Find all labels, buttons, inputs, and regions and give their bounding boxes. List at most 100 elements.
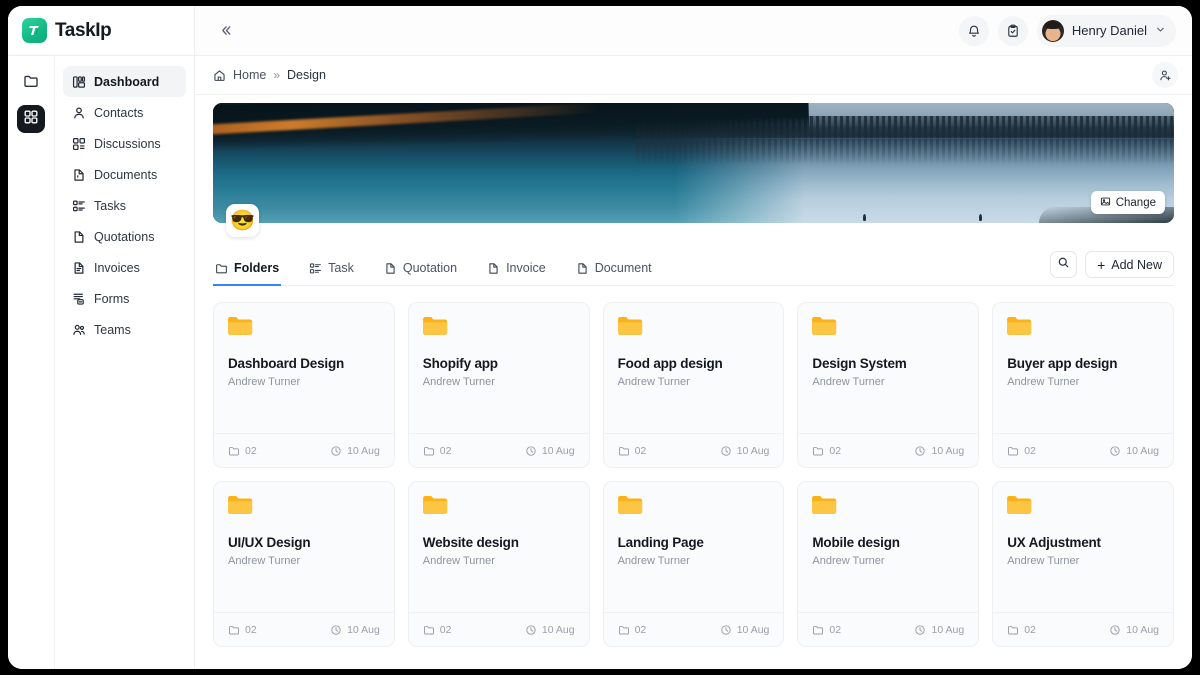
breadcrumb-bar: Home » Design [195,56,1192,95]
home-icon[interactable] [213,69,226,82]
workspace-emoji-avatar[interactable]: 😎 [226,204,259,237]
tab-task[interactable]: Task [307,255,356,286]
folder-card[interactable]: UI/UX Design Andrew Turner 02 10 Aug [213,481,395,647]
sidebar-item-discussions[interactable]: Discussions [63,128,186,159]
sidebar-item-tasks[interactable]: Tasks [63,190,186,221]
folder-card[interactable]: Dashboard Design Andrew Turner 02 10 Aug [213,302,395,468]
sidebar-item-label: Documents [94,167,158,182]
sidebar-item-label: Discussions [94,136,161,151]
folder-count: 02 [423,445,451,457]
folder-card[interactable]: Website design Andrew Turner 02 10 Aug [407,481,590,647]
tab-invoice[interactable]: Invoice [485,255,548,286]
folder-icon [1007,316,1159,342]
folder-date-value: 10 Aug [1126,444,1159,457]
change-cover-button[interactable]: Change [1090,191,1165,214]
sidebar-item-quotations[interactable]: Quotations [63,221,186,252]
rail-item-folder[interactable] [17,69,45,97]
chevron-down-icon [1155,24,1166,38]
folder-title: Website design [422,535,519,550]
folder-icon [215,262,228,275]
folder-card[interactable]: Shopify app Andrew Turner 02 10 Aug [407,302,590,468]
folder-date: 10 Aug [525,445,575,457]
breadcrumb-home[interactable]: Home [233,68,266,82]
folder-small-icon [1007,445,1019,457]
sidebar-item-contacts[interactable]: Contacts [63,97,186,128]
sidebar-item-invoices[interactable]: Invoices [63,252,186,283]
search-button[interactable] [1050,251,1078,278]
folder-date-value: 10 Aug [931,444,965,457]
folder-card[interactable]: Buyer app design Andrew Turner 02 10 Aug [992,302,1174,468]
folder-small-icon [812,624,824,636]
folder-count: 02 [228,445,257,457]
folder-owner: Andrew Turner [812,555,885,567]
folder-small-icon [618,624,630,636]
folder-icon [422,495,575,521]
content-area: Change 😎 Folders Task Quotation Invoice … [195,95,1192,669]
folder-count: 02 [1007,445,1036,457]
sidebar: Dashboard Contacts Discussions Documents… [55,56,195,669]
folder-card[interactable]: Design System Andrew Turner 02 10 Aug [797,302,980,468]
folder-date-value: 10 Aug [347,444,380,457]
user-name: Henry Daniel [1071,23,1147,38]
folder-card[interactable]: Landing Page Andrew Turner 02 10 Aug [602,481,785,647]
sidebar-item-teams[interactable]: Teams [63,314,186,345]
folder-date: 10 Aug [914,624,964,636]
tab-quotation[interactable]: Quotation [382,255,459,286]
chevrons-left-icon[interactable] [213,18,239,44]
clock-icon [525,445,537,457]
folder-count: 02 [1007,624,1036,636]
breadcrumb-current[interactable]: Design [287,68,326,82]
folder-date: 10 Aug [914,445,964,457]
user-menu[interactable]: Henry Daniel [1036,14,1176,47]
sidebar-item-documents[interactable]: Documents [63,159,186,190]
icon-rail [8,56,55,669]
folder-icon [617,495,770,521]
discussions-icon [71,136,86,151]
folder-card-footer: 02 10 Aug [798,612,979,646]
rail-item-apps[interactable] [17,105,45,133]
folder-small-icon [423,445,435,457]
folder-date-value: 10 Aug [541,623,575,636]
folder-date-value: 10 Aug [1126,623,1159,636]
folders-grid: Dashboard Design Andrew Turner 02 10 Aug… [213,302,1174,647]
folder-icon [1007,495,1159,521]
plus-icon: + [1097,256,1106,273]
bell-icon[interactable] [958,15,989,46]
avatar [1041,19,1064,42]
folder-card[interactable]: UX Adjustment Andrew Turner 02 10 Aug [992,481,1174,647]
teams-icon [71,322,86,337]
add-new-button[interactable]: + Add New [1085,251,1174,278]
sidebar-item-forms[interactable]: Forms [63,283,186,314]
folder-date: 10 Aug [1109,624,1159,636]
folder-icon [617,316,770,342]
sidebar-item-label: Teams [94,322,131,337]
folder-count-value: 02 [245,444,257,457]
folder-count-value: 02 [634,444,647,457]
tab-document[interactable]: Document [574,255,654,286]
folder-count-value: 02 [829,623,842,636]
add-member-icon[interactable] [1152,62,1178,88]
clock-icon [720,445,732,457]
folder-date: 10 Aug [330,445,380,457]
folder-owner: Andrew Turner [617,555,690,567]
sidebar-item-dashboard[interactable]: Dashboard [63,66,186,97]
folder-small-icon [423,624,435,636]
tab-label: Invoice [506,261,546,275]
folder-card-footer: 02 10 Aug [214,433,394,467]
tab-folders[interactable]: Folders [213,255,282,286]
folder-card[interactable]: Mobile design Andrew Turner 02 10 Aug [797,481,980,647]
clock-icon [1109,624,1121,636]
tabs-list: Folders Task Quotation Invoice Document [213,255,654,286]
folder-count: 02 [812,624,841,636]
folder-owner: Andrew Turner [617,376,690,388]
app-window: TaskIp Henry Daniel Dashboard Contacts D… [8,6,1192,669]
grid-apps-icon [23,109,39,130]
folder-owner: Andrew Turner [422,376,495,388]
folder-card[interactable]: Food app design Andrew Turner 02 10 Aug [602,302,785,468]
clipboard-check-icon[interactable] [997,15,1028,46]
top-bar-middle [195,6,959,55]
folder-date: 10 Aug [720,445,769,457]
dashboard-icon [71,74,86,89]
folder-card-footer: 02 10 Aug [408,612,589,646]
brand-area[interactable]: TaskIp [8,6,195,55]
